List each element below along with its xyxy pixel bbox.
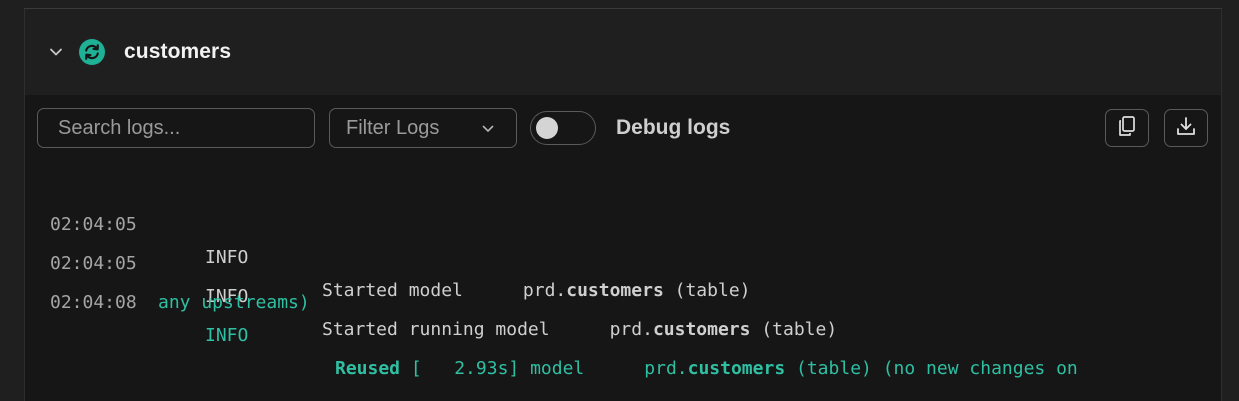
log-toolbar: Filter Logs Debug logs (37, 108, 1209, 148)
download-icon (1175, 115, 1197, 142)
refresh-circle-icon (78, 38, 106, 66)
filter-logs-label: Filter Logs (346, 116, 440, 139)
download-logs-button[interactable] (1164, 109, 1208, 147)
model-header: customers (40, 34, 231, 70)
log-target-prefix: prd. (644, 358, 688, 379)
log-timestamp: 02:04:08 (50, 292, 137, 313)
log-panel: Filter Logs Debug logs (25, 95, 1221, 401)
model-title: customers (124, 40, 232, 63)
log-status-word: Reused (335, 358, 401, 379)
log-message: Reused [ 2.93s] model prd.customers (tabl… (335, 352, 1078, 385)
chevron-down-icon (480, 121, 496, 137)
log-message-text: [ 2.93s] model (400, 358, 585, 379)
top-divider (24, 8, 1222, 9)
log-line: 02:04:05 INFO Started model prd.customers… (25, 175, 1221, 301)
log-line: 02:04:08 INFO Reused [ 2.93s] model prd.c… (25, 253, 1221, 379)
log-target-suffix: (table) (no new changes on (785, 358, 1078, 379)
debug-logs-label: Debug logs (616, 116, 731, 139)
toggle-knob (536, 117, 558, 139)
search-logs-input[interactable] (37, 108, 315, 148)
collapse-chevron-icon[interactable] (40, 34, 72, 70)
copy-icon (1117, 115, 1137, 142)
log-target-name: customers (687, 358, 786, 379)
filter-logs-dropdown[interactable]: Filter Logs (329, 108, 517, 148)
log-level: INFO (205, 325, 249, 346)
log-lines: 02:04:05 INFO Started model prd.customers… (25, 175, 1221, 379)
copy-logs-button[interactable] (1105, 109, 1149, 147)
log-line: 02:04:05 INFO Started running model prd.c… (25, 214, 1221, 340)
page: customers Filter Logs Debug logs (0, 0, 1239, 401)
log-continuation: any upstreams) (158, 292, 310, 313)
debug-logs-toggle[interactable] (530, 111, 596, 145)
